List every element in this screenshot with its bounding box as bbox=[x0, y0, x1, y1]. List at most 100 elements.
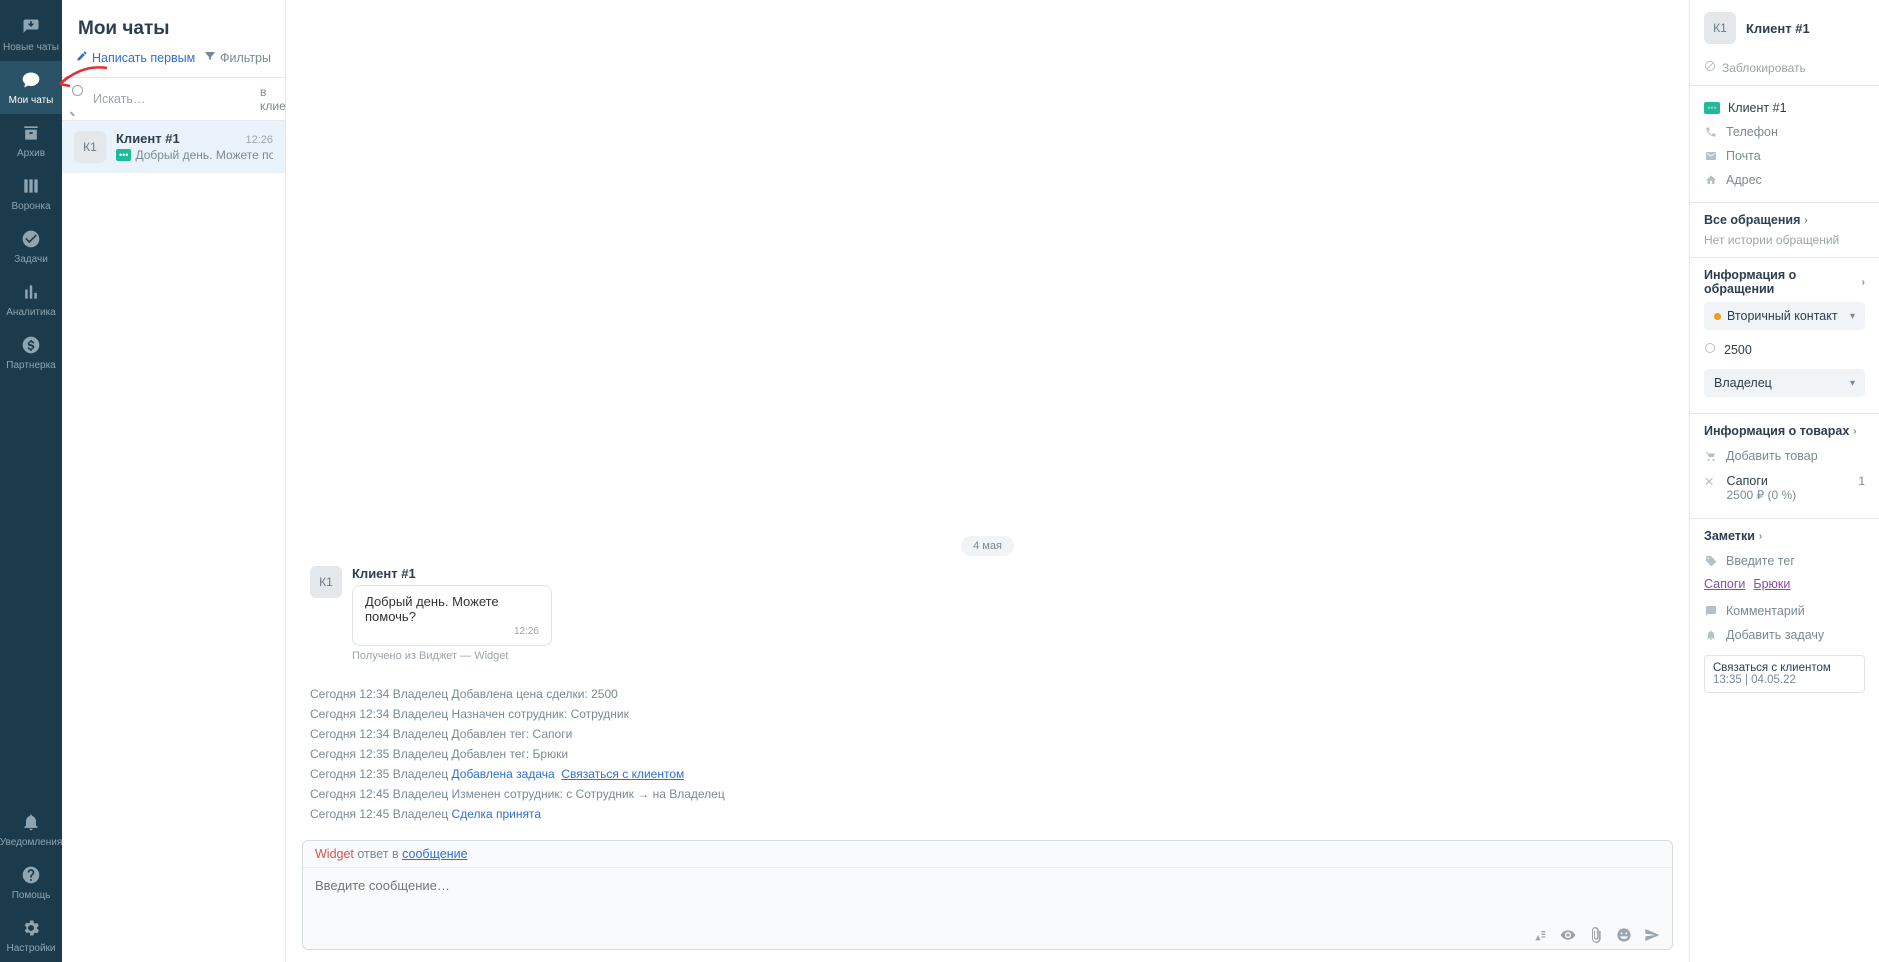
chat-list-item[interactable]: К1 Клиент #1 12:26 ••• Добрый день. Може… bbox=[62, 121, 285, 173]
chat-bubble-icon bbox=[20, 69, 42, 91]
products-heading[interactable]: Информация о товарах › bbox=[1704, 424, 1865, 438]
nav-partner[interactable]: Партнерка bbox=[0, 326, 62, 379]
search-input[interactable] bbox=[87, 88, 260, 110]
nav-funnel[interactable]: Воронка bbox=[0, 167, 62, 220]
bell-icon bbox=[20, 811, 42, 833]
circle-icon bbox=[1704, 342, 1716, 357]
chevron-right-icon: › bbox=[1853, 426, 1856, 437]
address-field[interactable]: Адрес bbox=[1704, 168, 1865, 192]
template-icon[interactable] bbox=[1532, 927, 1548, 943]
emoji-icon[interactable] bbox=[1616, 927, 1632, 943]
status-select[interactable]: Вторичный контакт ▾ bbox=[1704, 302, 1865, 330]
nav-archive[interactable]: Архив bbox=[0, 114, 62, 167]
cart-icon bbox=[1704, 449, 1718, 463]
message-input[interactable] bbox=[303, 868, 1672, 918]
composer-channel-tabs[interactable]: Widget ответ в сообщение bbox=[303, 841, 1672, 868]
download-chat-icon bbox=[20, 16, 42, 38]
comment-input[interactable]: Комментарий bbox=[1704, 599, 1865, 623]
chat-main: 4 мая К1 Клиент #1 Добрый день. Можете п… bbox=[286, 0, 1689, 962]
filters-button[interactable]: Фильтры bbox=[204, 50, 271, 65]
chat-list-panel: Мои чаты Написать первым Фильтры в клиен… bbox=[62, 0, 286, 962]
nav-label: Мои чаты bbox=[9, 95, 54, 106]
add-product-label: Добавить товар bbox=[1726, 449, 1818, 463]
nav-new-chats[interactable]: Новые чаты bbox=[0, 8, 62, 61]
nav-label: Партнерка bbox=[6, 360, 55, 371]
tag-link[interactable]: Сапоги bbox=[1704, 577, 1745, 591]
email-label: Почта bbox=[1726, 149, 1761, 163]
remove-product-icon[interactable]: ✕ bbox=[1704, 474, 1714, 502]
block-button[interactable]: Заблокировать bbox=[1690, 56, 1879, 85]
chevron-down-icon: ▾ bbox=[1850, 378, 1855, 389]
log-link[interactable]: Связаться с клиентом bbox=[561, 767, 684, 781]
client-name: Клиент #1 bbox=[1746, 21, 1810, 36]
block-label: Заблокировать bbox=[1722, 61, 1806, 75]
comment-icon bbox=[1704, 604, 1718, 618]
tag-input[interactable]: Введите тег bbox=[1704, 549, 1865, 573]
nav-analytics[interactable]: Аналитика bbox=[0, 273, 62, 326]
nav-help[interactable]: Помощь bbox=[0, 856, 62, 909]
archive-icon bbox=[20, 122, 42, 144]
tag-icon bbox=[1704, 554, 1718, 568]
task-card[interactable]: Связаться с клиентом 13:35 | 04.05.22 bbox=[1704, 655, 1865, 693]
avatar: К1 bbox=[310, 566, 342, 598]
nav-notifications[interactable]: Уведомления bbox=[0, 803, 62, 856]
log-line: Сегодня 12:34 Владелец Добавлена цена сд… bbox=[310, 684, 1665, 704]
log-line: Сегодня 12:45 Владелец Сделка принята bbox=[310, 804, 1665, 824]
message-bubble: Добрый день. Можете помочь? 12:26 bbox=[352, 585, 552, 646]
nav-tasks[interactable]: Задачи bbox=[0, 220, 62, 273]
chevron-right-icon: › bbox=[1804, 215, 1807, 226]
dollar-icon bbox=[20, 334, 42, 356]
date-separator: 4 мая bbox=[961, 536, 1014, 556]
add-task-button[interactable]: Добавить задачу bbox=[1704, 623, 1865, 647]
write-first-label: Написать первым bbox=[92, 51, 195, 65]
status-dot-icon bbox=[1714, 313, 1721, 320]
tag-link[interactable]: Брюки bbox=[1753, 577, 1790, 591]
visibility-icon[interactable] bbox=[1560, 927, 1576, 943]
task-meta: 13:35 | 04.05.22 bbox=[1713, 674, 1856, 686]
add-product-button[interactable]: Добавить товар bbox=[1704, 444, 1865, 468]
chat-messages[interactable]: 4 мая К1 Клиент #1 Добрый день. Можете п… bbox=[286, 0, 1689, 832]
phone-field[interactable]: Телефон bbox=[1704, 120, 1865, 144]
attachment-icon[interactable] bbox=[1588, 927, 1604, 943]
message-time: 12:26 bbox=[365, 626, 539, 637]
address-label: Адрес bbox=[1726, 173, 1762, 187]
widget-badge-icon: ••• bbox=[116, 149, 131, 161]
board-icon bbox=[20, 175, 42, 197]
avatar: К1 bbox=[74, 131, 106, 163]
requests-heading[interactable]: Все обращения › bbox=[1704, 213, 1865, 227]
nav-label: Помощь bbox=[12, 890, 51, 901]
owner-select[interactable]: Владелец ▾ bbox=[1704, 369, 1865, 397]
log-link[interactable]: Сделка принята bbox=[452, 807, 542, 821]
chat-item-time: 12:26 bbox=[245, 134, 273, 146]
email-field[interactable]: Почта bbox=[1704, 144, 1865, 168]
edit-icon bbox=[76, 50, 88, 65]
comment-placeholder: Комментарий bbox=[1726, 604, 1805, 618]
requests-empty: Нет истории обращений bbox=[1704, 233, 1865, 247]
search-icon bbox=[72, 84, 83, 114]
nav-settings[interactable]: Настройки bbox=[0, 909, 62, 962]
composer: Widget ответ в сообщение bbox=[302, 840, 1673, 950]
message-source: Получено из Виджет — Widget bbox=[352, 650, 552, 662]
nav-my-chats[interactable]: Мои чаты bbox=[0, 61, 62, 114]
chat-item-name: Клиент #1 bbox=[116, 131, 180, 146]
log-line: Сегодня 12:35 Владелец Добавлен тег: Брю… bbox=[310, 744, 1665, 764]
notes-heading[interactable]: Заметки › bbox=[1704, 529, 1865, 543]
message-text: Добрый день. Можете помочь? bbox=[365, 594, 539, 624]
message-sender: Клиент #1 bbox=[352, 566, 552, 581]
send-icon[interactable] bbox=[1644, 927, 1660, 943]
log-link[interactable]: Добавлена задача bbox=[452, 767, 555, 781]
chevron-right-icon: › bbox=[1862, 277, 1865, 288]
info-heading[interactable]: Информация о обращении › bbox=[1704, 268, 1865, 296]
nav-label: Архив bbox=[17, 148, 45, 159]
gear-icon bbox=[20, 917, 42, 939]
log-line: Сегодня 12:34 Владелец Добавлен тег: Сап… bbox=[310, 724, 1665, 744]
help-icon bbox=[20, 864, 42, 886]
chevron-right-icon: › bbox=[1759, 531, 1762, 542]
contact-name: Клиент #1 bbox=[1728, 101, 1787, 115]
chat-item-preview: Добрый день. Можете пом… bbox=[135, 148, 273, 162]
filters-label: Фильтры bbox=[220, 51, 271, 65]
write-first-button[interactable]: Написать первым bbox=[76, 50, 195, 65]
log-line: Сегодня 12:45 Владелец Изменен сотрудник… bbox=[310, 784, 1665, 804]
tag-placeholder: Введите тег bbox=[1726, 554, 1795, 568]
phone-label: Телефон bbox=[1726, 125, 1778, 139]
